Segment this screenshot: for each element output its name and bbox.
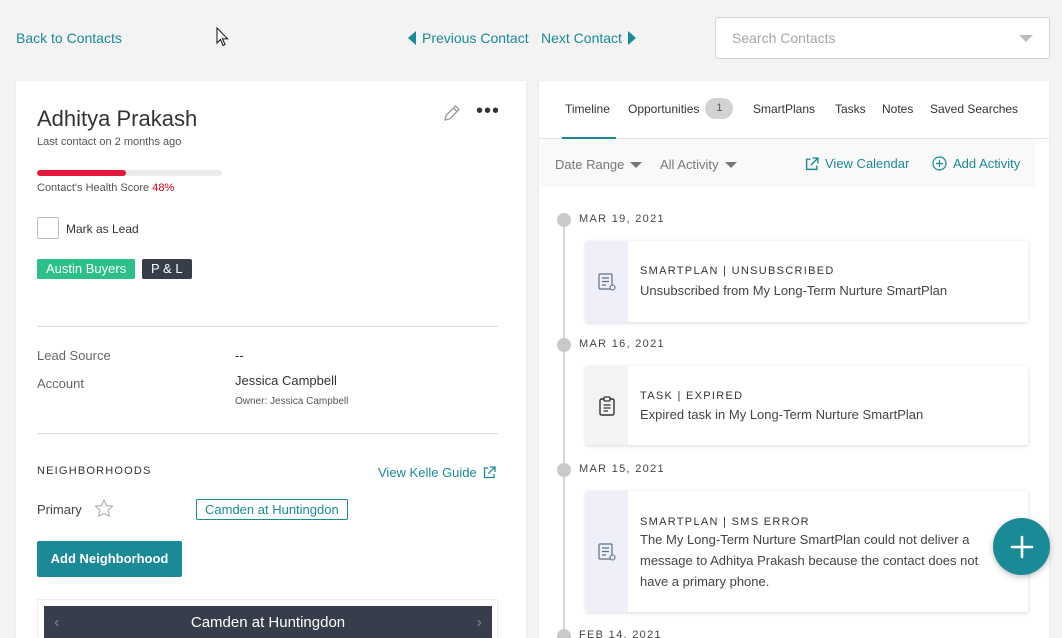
view-calendar-label: View Calendar (825, 156, 910, 171)
clipboard-icon (599, 395, 615, 416)
view-kelle-guide-label: View Kelle Guide (378, 465, 477, 480)
card-description: The My Long-Term Nurture SmartPlan could… (640, 532, 979, 589)
tab-opportunities-label: Opportunities (628, 101, 700, 116)
mouse-cursor-icon (216, 27, 229, 47)
add-neighborhood-button[interactable]: Add Neighborhood (37, 541, 182, 577)
account-owner: Owner: Jessica Campbell (235, 396, 349, 407)
plus-icon (1010, 535, 1033, 558)
timeline-card[interactable]: SMARTPLAN | SMS ERROR The My Long-Term N… (586, 491, 1028, 612)
card-description: Unsubscribed from My Long-Term Nurture S… (640, 283, 948, 298)
divider (37, 326, 498, 327)
pencil-icon[interactable] (442, 103, 462, 123)
neighborhoods-heading: NEIGHBORHOODS (37, 465, 152, 477)
tab-saved-searches[interactable]: Saved Searches (930, 102, 1018, 116)
tag-austin-buyers[interactable]: Austin Buyers (37, 259, 136, 279)
date-range-label: Date Range (555, 157, 625, 172)
card-description: Expired task in My Long-Term Nurture Sma… (640, 407, 924, 422)
smartplan-icon (598, 542, 616, 561)
add-fab-button[interactable] (993, 518, 1050, 575)
last-contact-text: Last contact on 2 months ago (37, 136, 182, 148)
tab-smartplans[interactable]: SmartPlans (753, 102, 815, 116)
search-input[interactable] (732, 30, 1019, 46)
timeline-dot (557, 463, 571, 477)
card-type: SMARTPLAN | SMS ERROR (640, 516, 810, 528)
lead-source-value: -- (235, 348, 244, 363)
tab-bar: Timeline Opportunities 1 SmartPlans Task… (539, 81, 1049, 139)
timeline-date: FEB 14, 2021 (579, 629, 662, 638)
contact-name: Adhitya Prakash (37, 106, 198, 131)
add-activity-link[interactable]: Add Activity (932, 156, 1020, 171)
card-icon-column (586, 241, 628, 322)
external-link-icon (805, 156, 819, 170)
divider (37, 433, 498, 434)
caret-down-icon (630, 161, 643, 168)
contact-details-panel: Adhitya Prakash Last contact on 2 months… (16, 81, 526, 638)
dropdown-caret-icon[interactable] (1019, 34, 1033, 42)
health-score-label: Contact's Health Score 48% (37, 182, 174, 194)
timeline-dot (557, 629, 571, 638)
caret-down-icon (724, 161, 737, 168)
account-value: Jessica Campbell (235, 373, 337, 388)
timeline-card[interactable]: SMARTPLAN | UNSUBSCRIBED Unsubscribed fr… (586, 241, 1028, 322)
card-icon-column (586, 491, 628, 612)
view-kelle-guide-link[interactable]: View Kelle Guide (378, 465, 496, 480)
timeline-dot (557, 213, 571, 227)
all-activity-label: All Activity (660, 157, 719, 172)
chevron-right-icon (627, 31, 636, 45)
back-to-contacts-link[interactable]: Back to Contacts (16, 30, 122, 46)
tab-tasks[interactable]: Tasks (835, 102, 866, 116)
health-score-percent: 48% (152, 182, 175, 194)
next-contact-link[interactable]: Next Contact (541, 30, 636, 46)
card-type: TASK | EXPIRED (640, 390, 744, 402)
add-activity-label: Add Activity (953, 156, 1021, 171)
previous-contact-link[interactable]: Previous Contact (408, 30, 529, 46)
primary-neighborhood-chip[interactable]: Camden at Huntingdon (196, 499, 348, 520)
timeline-date: MAR 16, 2021 (579, 338, 665, 350)
timeline-dot (557, 338, 571, 352)
chevron-right-icon[interactable]: › (477, 614, 482, 632)
carousel-title: Camden at Huntingdon (190, 614, 346, 631)
neighborhood-carousel: ‹ Camden at Huntingdon › (37, 599, 498, 638)
smartplan-icon (598, 272, 616, 291)
date-range-dropdown[interactable]: Date Range (555, 157, 643, 172)
opportunities-count-badge: 1 (705, 98, 734, 119)
health-score-text: Contact's Health Score (37, 182, 150, 194)
timeline-date: MAR 15, 2021 (579, 463, 665, 475)
timeline-card[interactable]: TASK | EXPIRED Expired task in My Long-T… (586, 366, 1028, 445)
mark-as-lead-label: Mark as Lead (66, 222, 139, 236)
plus-circle-icon (932, 156, 947, 171)
activity-panel: Timeline Opportunities 1 SmartPlans Task… (539, 81, 1049, 638)
tag-p-and-l[interactable]: P & L (142, 259, 192, 279)
external-link-icon (483, 466, 496, 479)
lead-source-label: Lead Source (37, 348, 111, 363)
previous-contact-label: Previous Contact (422, 30, 529, 46)
tab-notes[interactable]: Notes (882, 102, 913, 116)
all-activity-dropdown[interactable]: All Activity (660, 157, 737, 172)
more-options-icon[interactable]: ••• (476, 101, 500, 121)
card-icon-column (586, 366, 628, 445)
tab-timeline[interactable]: Timeline (565, 102, 610, 116)
health-score-bar (37, 170, 222, 176)
search-contacts[interactable] (715, 17, 1050, 59)
next-contact-label: Next Contact (541, 30, 622, 46)
account-label: Account (37, 376, 84, 391)
mark-as-lead-checkbox[interactable] (37, 217, 59, 239)
card-type: SMARTPLAN | UNSUBSCRIBED (640, 265, 835, 277)
timeline-track (563, 219, 565, 638)
primary-label: Primary (37, 502, 82, 517)
chevron-left-icon (408, 31, 416, 45)
activity-filters: Date Range All Activity View Calendar Ad… (539, 139, 1035, 187)
health-score-fill (37, 170, 126, 176)
timeline-date: MAR 19, 2021 (579, 213, 665, 225)
view-calendar-link[interactable]: View Calendar (805, 156, 909, 171)
star-icon[interactable] (94, 499, 114, 518)
neighborhood-carousel-header: ‹ Camden at Huntingdon › (44, 606, 492, 638)
tab-opportunities[interactable]: Opportunities 1 (628, 98, 734, 119)
